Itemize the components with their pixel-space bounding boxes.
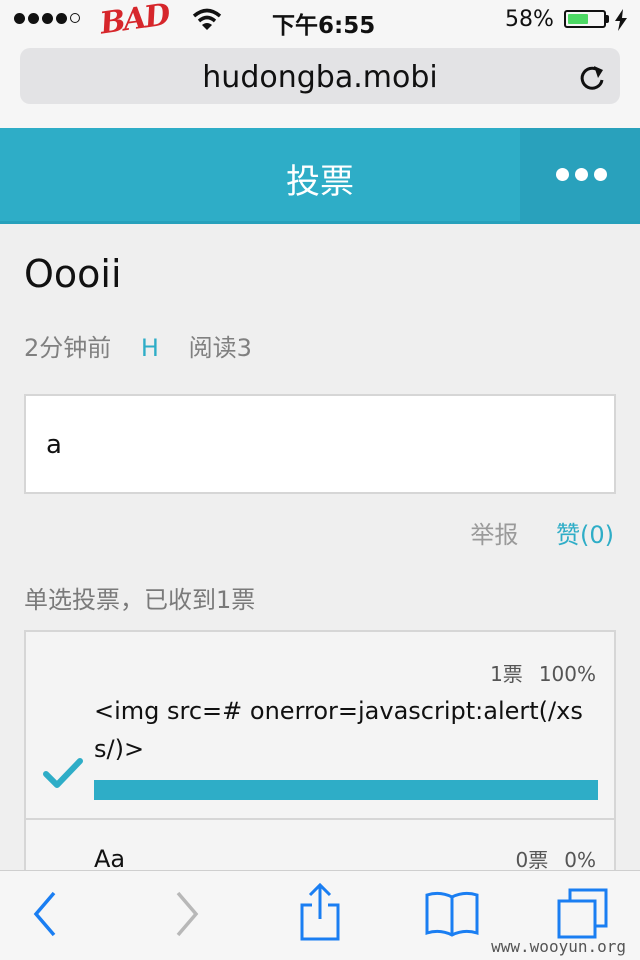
post-time: 2分钟前	[24, 334, 112, 362]
clock: 下午6:55	[272, 13, 376, 39]
like-link[interactable]: 赞(0)	[556, 521, 614, 549]
option-progress-fill	[94, 780, 598, 800]
post-meta: 2分钟前 H 阅读3	[24, 328, 252, 363]
charging-icon	[615, 9, 627, 31]
carrier-logo: BAD	[97, 0, 171, 42]
post-body: a	[24, 394, 616, 494]
bookmarks-icon[interactable]	[424, 889, 480, 939]
browser-toolbar: www.wooyun.org	[0, 870, 640, 960]
post-title: Oooii	[24, 252, 122, 296]
app-header: 投票	[0, 128, 640, 224]
option-stats: 0票 0%	[516, 844, 596, 873]
more-icon	[556, 168, 607, 181]
checkmark-icon	[43, 758, 83, 788]
report-link[interactable]: 举报	[470, 521, 518, 549]
battery-nub	[606, 15, 609, 23]
signal-strength-icon	[14, 13, 80, 24]
option-votes: 1票	[490, 662, 523, 686]
post-actions: 举报 赞(0)	[470, 515, 614, 550]
url-text[interactable]: hudongba.mobi	[20, 60, 620, 95]
option-progress-bar	[94, 780, 598, 800]
reload-icon[interactable]	[578, 62, 606, 92]
option-percent: 0%	[564, 848, 596, 872]
share-icon[interactable]	[298, 883, 342, 941]
battery-icon	[564, 10, 606, 28]
url-field[interactable]: hudongba.mobi	[20, 48, 620, 104]
back-icon[interactable]	[30, 889, 60, 939]
tabs-icon[interactable]	[556, 887, 610, 941]
vote-option[interactable]: 1票 100% <img src=# onerror=javascript:ale…	[26, 632, 614, 820]
post-body-text: a	[46, 430, 62, 460]
option-stats: 1票 100%	[490, 658, 596, 687]
watermark: www.wooyun.org	[491, 937, 626, 956]
read-count: 阅读3	[188, 334, 252, 362]
wifi-icon	[192, 8, 222, 30]
vote-status: 单选投票，已收到1票	[24, 586, 256, 614]
vote-options: 1票 100% <img src=# onerror=javascript:ale…	[24, 630, 616, 890]
more-button[interactable]	[520, 128, 640, 221]
option-text: <img src=# onerror=javascript:alert(/xss…	[94, 697, 583, 763]
option-votes: 0票	[515, 848, 549, 872]
browser-address-bar: hudongba.mobi	[0, 40, 640, 129]
forward-icon[interactable]	[172, 889, 202, 939]
battery-percent: 58%	[505, 7, 554, 32]
status-bar: BAD 下午6:55 58%	[0, 0, 640, 42]
author-link[interactable]: H	[141, 334, 159, 362]
option-percent: 100%	[538, 662, 596, 686]
